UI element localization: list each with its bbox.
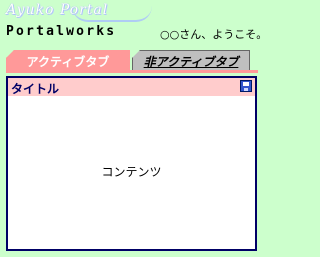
brand-name: Portalworks [6, 24, 117, 39]
welcome-message: ○○さん、ようこそ。 [160, 28, 268, 41]
portlet-body: コンテンツ [8, 96, 255, 247]
tab-active[interactable]: アクティブタブ [6, 50, 130, 71]
portlet-title: タイトル [11, 82, 60, 96]
tab-active-label: アクティブタブ [26, 54, 110, 69]
tab-inactive-label: 非アクティブタブ [143, 54, 239, 69]
portlet: タイトル コンテンツ [6, 76, 257, 251]
tab-divider [6, 70, 258, 73]
floppy-disk-icon[interactable] [240, 80, 252, 92]
tab-inactive[interactable]: 非アクティブタブ [132, 50, 250, 71]
logo-swoosh [72, 6, 152, 22]
portlet-header: タイトル [8, 78, 255, 96]
portlet-content: コンテンツ [101, 165, 162, 179]
